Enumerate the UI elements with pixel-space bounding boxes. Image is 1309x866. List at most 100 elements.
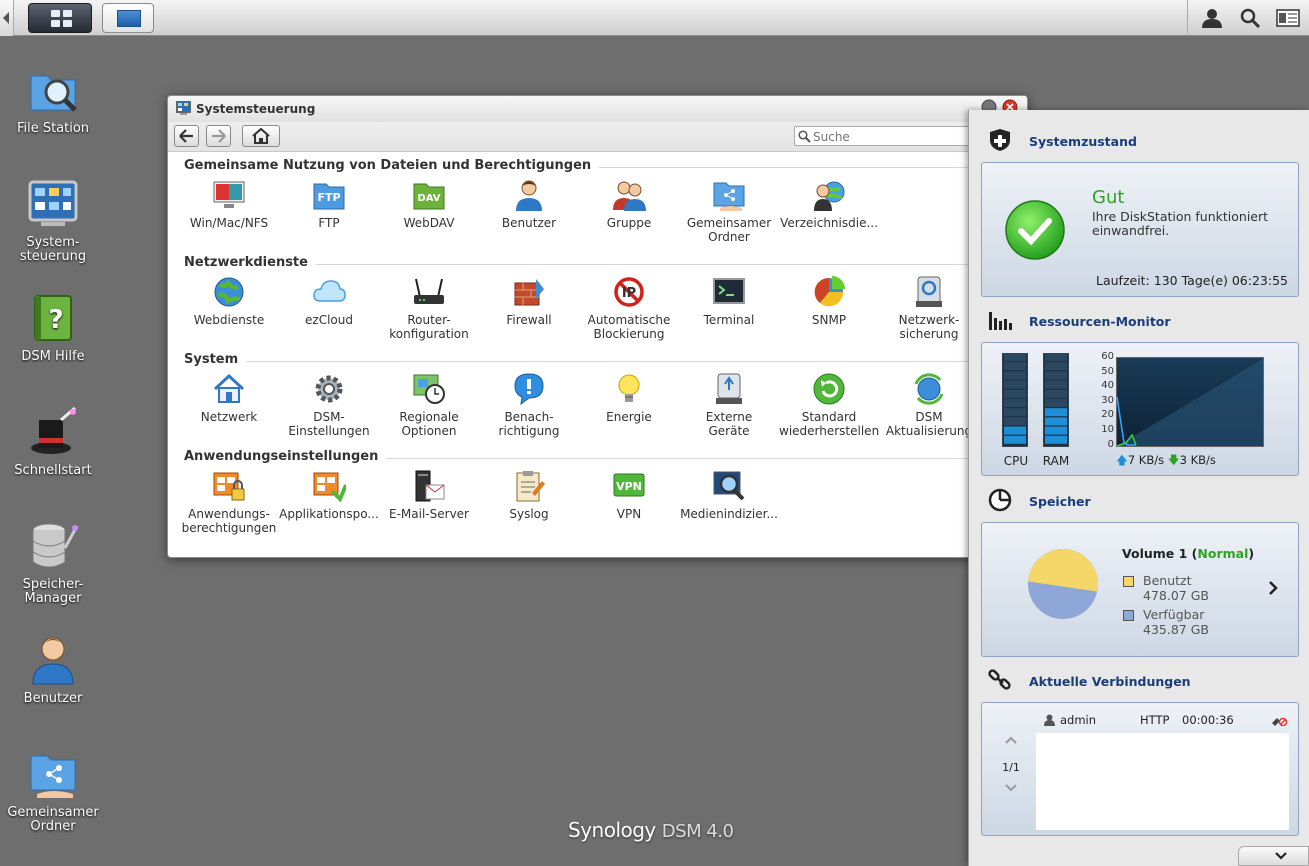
search-input[interactable] xyxy=(813,129,968,144)
widget-panel-scroll-down[interactable] xyxy=(1238,846,1309,866)
app-syslog[interactable]: Syslog xyxy=(479,469,579,521)
control-panel-icon xyxy=(117,10,141,27)
cpu-meter-segment xyxy=(1004,399,1026,407)
search-icon[interactable] xyxy=(1238,7,1262,29)
kick-connection-icon[interactable] xyxy=(1270,714,1288,726)
cloud-icon xyxy=(312,275,346,309)
ftp-icon: FTP xyxy=(312,178,346,212)
volume-name: Volume 1 xyxy=(1122,546,1188,561)
terminal-icon xyxy=(712,275,746,309)
main-menu-button[interactable] xyxy=(28,3,92,33)
home-icon xyxy=(252,127,270,144)
desktop-icon-control-panel[interactable]: System- steuerung xyxy=(0,178,106,264)
uptime: Laufzeit: 130 Tage(e) 06:23:55 xyxy=(1096,273,1288,288)
connections-card: 1/1 admin HTTP 00:00:36 xyxy=(981,702,1299,836)
app-mail-server[interactable]: E-Mail-Server xyxy=(379,469,479,521)
storage-pie xyxy=(1028,549,1098,619)
desktop-icon-label: DSM Hilfe xyxy=(21,349,85,364)
app-application-privileges[interactable]: Anwendungs- berechtigungen xyxy=(179,469,279,535)
taskbar-collapse-tab[interactable] xyxy=(0,0,14,36)
chevron-up-icon[interactable] xyxy=(1004,735,1018,745)
control-panel-icon xyxy=(176,101,191,115)
user-icon xyxy=(27,634,79,686)
widgets-icon[interactable] xyxy=(1276,7,1300,29)
desktop-icon-users[interactable]: Benutzer xyxy=(0,634,106,706)
app-notification[interactable]: Benach- richtigung xyxy=(479,372,579,438)
desktop-icon-label: File Station xyxy=(16,121,90,136)
widget-header-connections[interactable]: Aktuelle Verbindungen xyxy=(969,662,1309,696)
app-label: SNMP xyxy=(811,313,847,327)
section-application-settings: Anwendungseinstellungen Anwendungs- bere… xyxy=(168,443,1027,540)
app-ezcloud[interactable]: ezCloud xyxy=(279,275,379,327)
app-media-indexing[interactable]: Medienindizier... xyxy=(679,469,779,521)
storage-card[interactable]: Volume 1 (Normal) Benutzt 478.07 GB Verf… xyxy=(981,522,1299,657)
app-external-devices[interactable]: Externe Geräte xyxy=(679,372,779,438)
y-tick-label: 50 xyxy=(1101,365,1114,377)
app-snmp[interactable]: SNMP xyxy=(779,275,879,327)
widget-title: Aktuelle Verbindungen xyxy=(1029,674,1191,689)
desktop-icon-dsm-help[interactable]: ? DSM Hilfe xyxy=(0,292,106,364)
app-dsm-settings[interactable]: DSM- Einstellungen xyxy=(279,372,379,438)
connection-row[interactable]: admin HTTP 00:00:36 xyxy=(1036,711,1296,729)
search-box[interactable] xyxy=(794,126,974,146)
app-regional-options[interactable]: Regionale Optionen xyxy=(379,372,479,438)
svg-text:VPN: VPN xyxy=(616,480,642,493)
desktop-icon-file-station[interactable]: File Station xyxy=(0,64,106,136)
svg-text:FTP: FTP xyxy=(317,191,340,204)
health-message: Ihre DiskStation funktioniert einwandfre… xyxy=(1092,209,1269,238)
app-web-services[interactable]: Webdienste xyxy=(179,275,279,327)
app-restore-defaults[interactable]: Standard wiederherstellen xyxy=(779,372,879,438)
app-auto-block[interactable]: IP Automatische Blockierung xyxy=(579,275,679,341)
chevron-right-icon[interactable] xyxy=(1267,579,1279,597)
resource-card: CPU RAM 60 50 40 30 20 10 0 🡅7 KB/s 🡇3 KB/s xyxy=(981,342,1299,476)
back-button[interactable] xyxy=(174,125,199,147)
app-label: E-Mail-Server xyxy=(389,507,469,521)
widget-header-storage[interactable]: Speicher xyxy=(969,482,1309,516)
app-label: Benutzer xyxy=(501,216,557,230)
desktop-icon-storage-manager[interactable]: Speicher- Manager xyxy=(0,520,106,606)
home-button[interactable] xyxy=(242,125,280,147)
section-title: Gemeinsame Nutzung von Dateien und Berec… xyxy=(184,158,600,173)
app-router-config[interactable]: Router- konfiguration xyxy=(379,275,479,341)
ram-meter-segment xyxy=(1045,399,1067,407)
app-ftp[interactable]: FTP FTP xyxy=(279,178,379,230)
desktop-icon-quick-start[interactable]: Schnellstart xyxy=(0,406,106,478)
free-value: 435.87 GB xyxy=(1143,622,1209,637)
app-label: Win/Mac/NFS xyxy=(189,216,269,230)
widget-header-health[interactable]: Systemzustand xyxy=(969,122,1309,156)
app-group[interactable]: Gruppe xyxy=(579,178,679,230)
app-webdav[interactable]: DAV WebDAV xyxy=(379,178,479,230)
chevron-down-icon[interactable] xyxy=(1004,783,1018,793)
app-network-backup[interactable]: Netzwerk- sicherung xyxy=(879,275,979,341)
notification-icon xyxy=(512,372,546,406)
backup-drive-icon xyxy=(912,275,946,309)
app-directory-service[interactable]: Verzeichnisdie... xyxy=(779,178,879,230)
app-vpn[interactable]: VPN VPN xyxy=(579,469,679,521)
widget-header-resources[interactable]: Ressourcen-Monitor xyxy=(969,302,1309,336)
health-card: Gut Ihre DiskStation funktioniert einwan… xyxy=(981,162,1299,297)
desktop-icon-shared-folder[interactable]: Gemeinsamer Ordner xyxy=(0,748,106,834)
window-titlebar[interactable]: Systemsteuerung xyxy=(168,96,1027,122)
forward-button[interactable] xyxy=(206,125,231,147)
app-firewall[interactable]: Firewall xyxy=(479,275,579,327)
app-win-mac-nfs[interactable]: Win/Mac/NFS xyxy=(179,178,279,230)
app-label: FTP xyxy=(318,216,340,230)
app-dsm-update[interactable]: DSM Aktualisierung xyxy=(879,372,979,438)
restore-icon xyxy=(812,372,846,406)
taskbar-control-panel-button[interactable] xyxy=(102,3,154,33)
app-portal-icon xyxy=(312,469,348,503)
app-terminal[interactable]: Terminal xyxy=(679,275,779,327)
app-network[interactable]: Netzwerk xyxy=(179,372,279,424)
ram-meter-segment xyxy=(1045,408,1067,417)
app-shared-folder[interactable]: Gemeinsamer Ordner xyxy=(679,178,779,244)
app-power[interactable]: Energie xyxy=(579,372,679,424)
app-users[interactable]: Benutzer xyxy=(479,178,579,230)
network-graph xyxy=(1116,357,1264,447)
network-y-axis: 60 50 40 30 20 10 0 xyxy=(1094,351,1114,450)
app-application-portal[interactable]: Applikationspo... xyxy=(279,469,379,521)
user-icon[interactable] xyxy=(1200,7,1224,29)
ram-meter-segment xyxy=(1045,389,1067,398)
section-divider xyxy=(184,361,1027,362)
app-label: Regionale Optionen xyxy=(399,410,459,438)
ram-meter-segment xyxy=(1045,380,1067,389)
